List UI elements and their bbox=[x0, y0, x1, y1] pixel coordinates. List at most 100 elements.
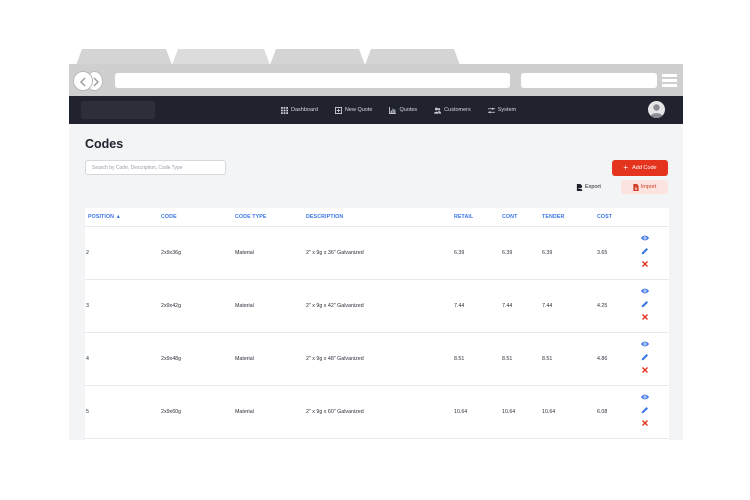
cell-code-type: Material bbox=[235, 409, 254, 415]
cell-code: 2x9x36g bbox=[161, 250, 182, 256]
export-label: Export bbox=[585, 184, 601, 190]
edit-button[interactable] bbox=[640, 405, 650, 415]
cell-code: 2x9x48g bbox=[161, 356, 182, 362]
nav-item-label: Quotes bbox=[399, 107, 418, 113]
cell-description: 2" x 9g x 60" Galvanized bbox=[306, 409, 364, 415]
cell-code-type: Material bbox=[235, 250, 254, 256]
row-actions bbox=[640, 339, 650, 377]
browser-tab-1[interactable] bbox=[76, 49, 172, 65]
view-button[interactable] bbox=[640, 392, 650, 402]
nav-item-new-quote[interactable]: New Quote bbox=[334, 106, 373, 114]
edit-button[interactable] bbox=[640, 299, 650, 309]
header-code[interactable]: CODE bbox=[161, 214, 177, 220]
cell-code: 2x9x60g bbox=[161, 409, 182, 415]
header-cont[interactable]: CONT bbox=[502, 214, 517, 220]
nav-item-dashboard[interactable]: Dashboard bbox=[281, 106, 318, 114]
avatar[interactable] bbox=[648, 101, 665, 118]
view-button[interactable] bbox=[640, 233, 650, 243]
nav-item-quotes[interactable]: Quotes bbox=[389, 106, 418, 114]
table-row: 5 2x9x60g Material 2" x 9g x 60" Galvani… bbox=[85, 386, 669, 439]
browser-nav-buttons bbox=[73, 71, 103, 91]
nav-item-label: Customers bbox=[444, 107, 471, 113]
file-export-icon bbox=[576, 183, 583, 191]
row-actions bbox=[640, 392, 650, 430]
browser-tab-4[interactable] bbox=[365, 49, 460, 65]
header-description[interactable]: DESCRIPTION bbox=[306, 214, 343, 220]
menu-icon[interactable] bbox=[662, 74, 677, 87]
search-input[interactable] bbox=[85, 160, 226, 175]
cell-code-type: Material bbox=[235, 303, 254, 309]
add-code-label: Add Code bbox=[632, 165, 657, 171]
header-position[interactable]: POSITION ▲ bbox=[88, 214, 121, 220]
user-icon bbox=[650, 104, 663, 118]
pencil-icon bbox=[641, 301, 648, 308]
close-icon bbox=[642, 314, 648, 320]
browser-search-bar[interactable] bbox=[521, 73, 657, 88]
cell-tender: 7.44 bbox=[542, 303, 553, 309]
header-cost[interactable]: COST bbox=[597, 214, 612, 220]
cell-description: 2" x 9g x 48" Galvanized bbox=[306, 356, 364, 362]
cell-position: 5 bbox=[86, 409, 89, 415]
table-row: 4 2x9x48g Material 2" x 9g x 48" Galvani… bbox=[85, 333, 669, 386]
table-header: POSITION ▲ CODE CODE TYPE DESCRIPTION RE… bbox=[85, 208, 669, 227]
cell-cost: 3.65 bbox=[597, 250, 608, 256]
cell-code: 2x9x42g bbox=[161, 303, 182, 309]
browser-tab-2[interactable] bbox=[172, 49, 270, 65]
view-button[interactable] bbox=[640, 339, 650, 349]
cell-retail: 10.64 bbox=[454, 409, 468, 415]
delete-button[interactable] bbox=[640, 312, 650, 322]
logo[interactable] bbox=[81, 101, 155, 119]
cell-code-type: Material bbox=[235, 356, 254, 362]
header-code-type[interactable]: CODE TYPE bbox=[235, 214, 267, 220]
main-content: Codes + Add Code Export Import POSITION … bbox=[69, 124, 683, 440]
edit-button[interactable] bbox=[640, 246, 650, 256]
eye-icon bbox=[641, 341, 649, 347]
header-retail[interactable]: RETAIL bbox=[454, 214, 473, 220]
chevron-left-icon bbox=[80, 77, 86, 87]
delete-button[interactable] bbox=[640, 259, 650, 269]
top-navbar: Dashboard New Quote Quotes Customers Sys… bbox=[69, 96, 683, 124]
view-button[interactable] bbox=[640, 286, 650, 296]
cell-description: 2" x 9g x 42" Galvanized bbox=[306, 303, 364, 309]
cell-cost: 4.86 bbox=[597, 356, 608, 362]
eye-icon bbox=[641, 288, 649, 294]
nav-item-system[interactable]: System bbox=[487, 107, 517, 114]
add-code-button[interactable]: + Add Code bbox=[612, 160, 668, 176]
delete-button[interactable] bbox=[640, 418, 650, 428]
nav-item-label: Dashboard bbox=[291, 107, 318, 113]
cell-description: 2" x 9g x 36" Galvanized bbox=[306, 250, 364, 256]
back-button[interactable] bbox=[73, 71, 93, 91]
nav-item-label: System bbox=[497, 107, 517, 113]
row-actions bbox=[640, 233, 650, 271]
cell-cont: 7.44 bbox=[502, 303, 513, 309]
import-button[interactable]: Import bbox=[621, 180, 668, 194]
cell-cost: 4.25 bbox=[597, 303, 608, 309]
nav-item-label: New Quote bbox=[344, 107, 373, 113]
cell-tender: 8.51 bbox=[542, 356, 553, 362]
plus-square-icon bbox=[334, 106, 342, 114]
file-import-icon bbox=[633, 183, 639, 191]
cell-position: 3 bbox=[86, 303, 89, 309]
eye-icon bbox=[641, 235, 649, 241]
cell-retail: 7.44 bbox=[454, 303, 465, 309]
cell-tender: 10.64 bbox=[542, 409, 556, 415]
table-row: 2 2x9x36g Material 2" x 9g x 36" Galvani… bbox=[85, 227, 669, 280]
nav-item-customers[interactable]: Customers bbox=[434, 107, 471, 114]
users-icon bbox=[434, 107, 442, 114]
edit-button[interactable] bbox=[640, 352, 650, 362]
import-label: Import bbox=[640, 184, 657, 190]
cell-retail: 8.51 bbox=[454, 356, 465, 362]
bar-chart-icon bbox=[389, 106, 397, 114]
export-button[interactable]: Export bbox=[576, 181, 601, 193]
row-actions bbox=[640, 286, 650, 324]
browser-tab-3[interactable] bbox=[270, 49, 365, 65]
header-tender[interactable]: TENDER bbox=[542, 214, 564, 220]
cell-cont: 8.51 bbox=[502, 356, 513, 362]
plus-icon: + bbox=[623, 163, 629, 172]
address-bar[interactable] bbox=[115, 73, 510, 88]
table-row: 3 2x9x42g Material 2" x 9g x 42" Galvani… bbox=[85, 280, 669, 333]
sliders-icon bbox=[487, 107, 495, 113]
cell-position: 2 bbox=[86, 250, 89, 256]
delete-button[interactable] bbox=[640, 365, 650, 375]
pencil-icon bbox=[641, 407, 648, 414]
